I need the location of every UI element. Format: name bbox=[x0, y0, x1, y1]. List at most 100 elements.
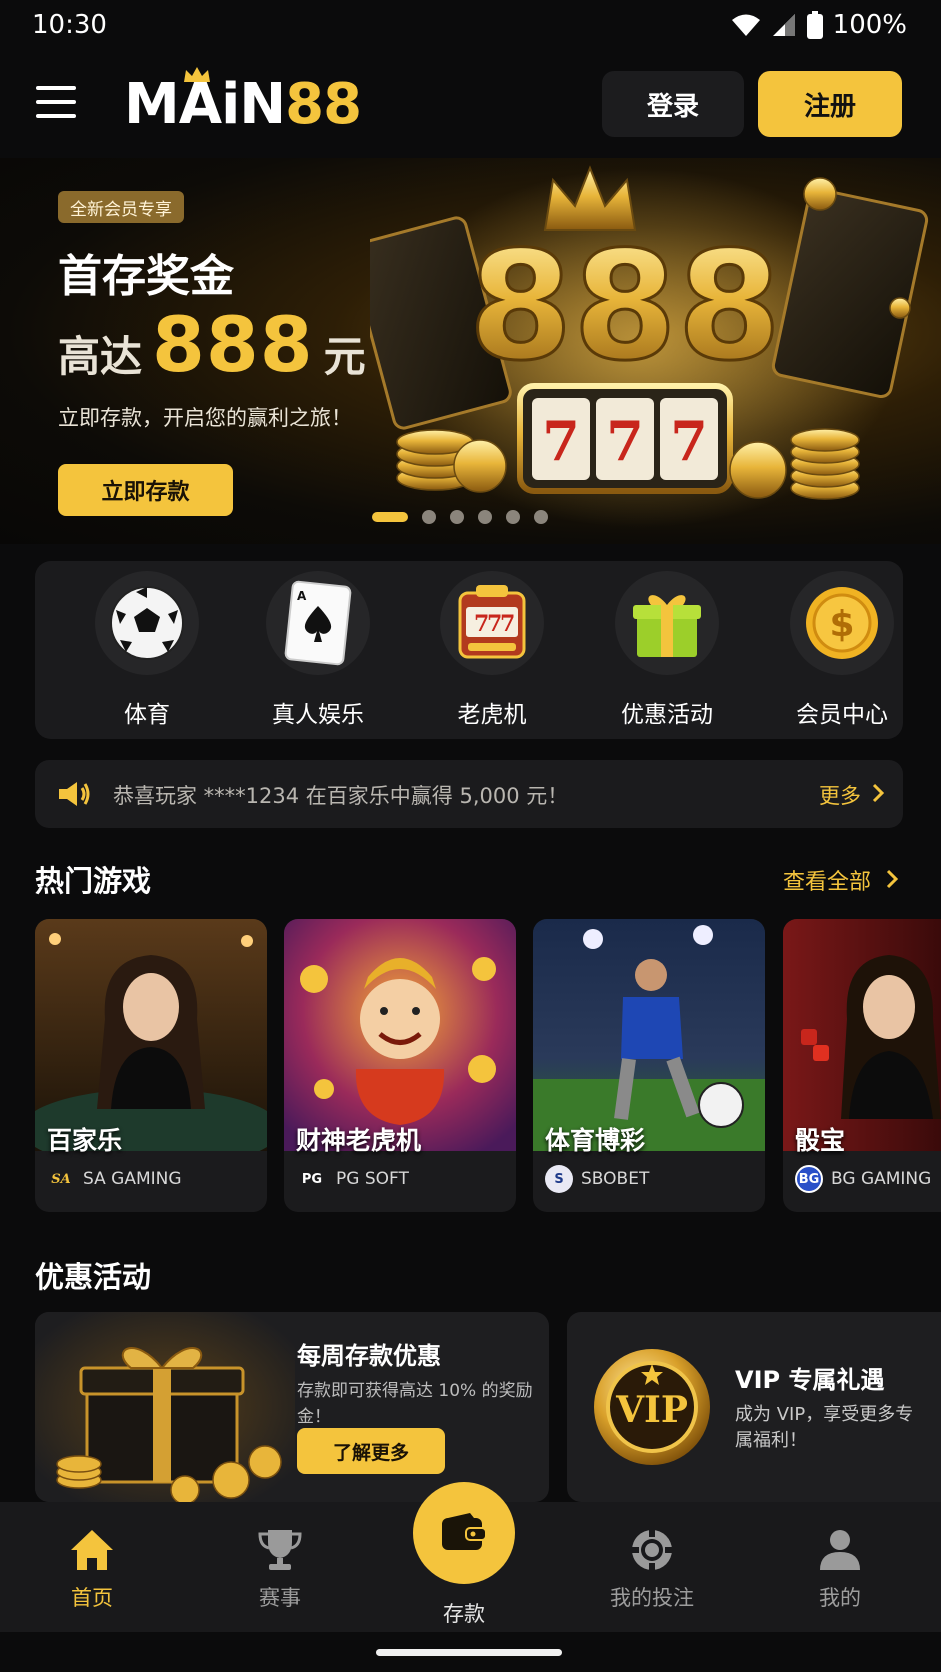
bottom-navigation: 首页 赛事 存款 我的投注 我的 bbox=[0, 1482, 941, 1632]
battery-icon bbox=[806, 11, 823, 39]
hamburger-menu-icon[interactable] bbox=[36, 86, 76, 118]
svg-text:7: 7 bbox=[606, 409, 644, 473]
home-indicator[interactable] bbox=[376, 1649, 562, 1656]
register-button[interactable]: 注册 bbox=[758, 71, 902, 137]
category-live-casino[interactable]: A 真人娱乐 bbox=[248, 571, 388, 731]
wifi-icon bbox=[731, 14, 760, 36]
logo-number: 88 bbox=[285, 72, 362, 137]
nav-label: 赛事 bbox=[259, 1586, 301, 1610]
game-name: 骰宝 bbox=[795, 1126, 846, 1155]
banner-amount-prefix: 高达 bbox=[58, 332, 143, 381]
chevron-right-icon bbox=[886, 869, 899, 889]
nav-profile[interactable]: 我的 bbox=[780, 1528, 900, 1612]
game-provider: S SBOBET bbox=[545, 1165, 649, 1193]
view-all-link[interactable]: 查看全部 bbox=[783, 864, 871, 896]
carousel-dots bbox=[372, 510, 548, 524]
svg-text:7: 7 bbox=[542, 409, 580, 473]
game-card-sic-bo[interactable]: 骰宝 BG BG GAMING bbox=[783, 919, 941, 1212]
learn-more-button[interactable]: 了解更多 bbox=[297, 1428, 445, 1474]
gift-box-coins-image bbox=[35, 1312, 295, 1502]
poker-chip-icon bbox=[632, 1530, 672, 1570]
bg-gaming-logo-icon: BG bbox=[795, 1165, 823, 1193]
nav-label: 存款 bbox=[443, 1602, 485, 1626]
carousel-dot[interactable] bbox=[422, 510, 436, 524]
category-vip-center[interactable]: $ 会员中心 bbox=[772, 571, 912, 731]
nav-home[interactable]: 首页 bbox=[32, 1528, 152, 1612]
carousel-dot[interactable] bbox=[534, 510, 548, 524]
status-time: 10:30 bbox=[32, 10, 107, 40]
system-nav-bar bbox=[0, 1632, 941, 1672]
soccer-ball-icon bbox=[110, 586, 184, 660]
winner-ticker[interactable]: 恭喜玩家 ****1234 在百家乐中赢得 5,000 元！ 更多 bbox=[35, 760, 903, 828]
sa-gaming-logo-icon: SA bbox=[51, 1171, 71, 1187]
carousel-dot[interactable] bbox=[372, 512, 408, 522]
svg-text:$: $ bbox=[829, 604, 854, 645]
nav-label: 首页 bbox=[71, 1586, 113, 1610]
game-card-fortune-slot[interactable]: 财神老虎机 PG PG SOFT bbox=[284, 919, 516, 1212]
category-promotions[interactable]: 优惠活动 bbox=[597, 571, 737, 731]
promo-card-vip[interactable]: VIP VIP 专属礼遇 成为 VIP，享受更多专属福利！ bbox=[567, 1312, 941, 1502]
battery-percent: 100% bbox=[832, 10, 907, 40]
game-card-sports-betting[interactable]: 体育博彩 S SBOBET bbox=[533, 919, 765, 1212]
carousel-dot[interactable] bbox=[478, 510, 492, 524]
banner-subtitle: 立即存款，开启您的赢利之旅！ bbox=[58, 406, 352, 430]
game-name: 体育博彩 bbox=[545, 1126, 646, 1155]
sic-bo-dealer-image bbox=[783, 919, 941, 1151]
game-name: 财神老虎机 bbox=[296, 1126, 422, 1155]
svg-text:A: A bbox=[297, 589, 307, 603]
crown-icon bbox=[184, 67, 210, 82]
provider-name: SBOBET bbox=[581, 1169, 650, 1189]
trophy-icon bbox=[258, 1530, 302, 1570]
playing-card-icon: A bbox=[284, 580, 352, 666]
banner-title: 首存奖金 bbox=[58, 251, 234, 302]
game-name: 百家乐 bbox=[47, 1126, 123, 1155]
svg-text:7: 7 bbox=[670, 409, 708, 473]
banner-tag: 全新会员专享 bbox=[58, 191, 184, 223]
game-provider: SA SA GAMING bbox=[47, 1165, 182, 1193]
ticker-more-link[interactable]: 更多 bbox=[819, 780, 861, 810]
banner-888-text: 888 bbox=[468, 220, 781, 394]
category-label: 会员中心 bbox=[796, 702, 888, 728]
provider-name: BG GAMING bbox=[831, 1169, 932, 1189]
status-icons: 100% bbox=[731, 10, 907, 40]
wallet-icon bbox=[442, 1513, 487, 1550]
baccarat-dealer-image bbox=[35, 919, 267, 1151]
category-label: 优惠活动 bbox=[621, 702, 713, 728]
nav-events[interactable]: 赛事 bbox=[220, 1528, 340, 1612]
home-icon bbox=[71, 1530, 113, 1570]
ticker-message: 恭喜玩家 ****1234 在百家乐中赢得 5,000 元！ bbox=[113, 784, 569, 808]
deposit-fab-button[interactable] bbox=[413, 1482, 515, 1584]
banner-888-slot-artwork: 888 7 7 7 bbox=[370, 165, 929, 528]
brand-logo[interactable]: MAiN88 bbox=[124, 67, 362, 137]
promo-description: 成为 VIP，享受更多专属福利！ bbox=[735, 1404, 914, 1451]
deposit-now-button[interactable]: 立即存款 bbox=[58, 464, 233, 516]
fortune-god-slot-image bbox=[284, 919, 516, 1151]
top-header: MAiN88 登录 注册 bbox=[0, 52, 941, 158]
svg-text:7: 7 bbox=[500, 611, 515, 637]
vip-badge-text: VIP bbox=[615, 1389, 688, 1431]
game-provider: BG BG GAMING bbox=[795, 1165, 931, 1193]
soccer-player-image bbox=[533, 919, 765, 1151]
banner-amount-value: 888 bbox=[152, 300, 314, 389]
provider-name: PG SOFT bbox=[336, 1169, 409, 1189]
promo-card-weekly-deposit[interactable]: 每周存款优惠 存款即可获得高达 10% 的奖励金！ 了解更多 bbox=[35, 1312, 549, 1502]
category-slots[interactable]: 7 7 7 老虎机 bbox=[422, 571, 562, 731]
promo-title: 每周存款优惠 bbox=[297, 1342, 441, 1370]
provider-name: SA GAMING bbox=[83, 1169, 182, 1189]
category-sports[interactable]: 体育 bbox=[77, 571, 217, 731]
category-panel: 体育 A 真人娱乐 7 7 7 老虎机 优惠活动 $ 会员中心 bbox=[35, 561, 903, 739]
promotions-title: 优惠活动 bbox=[35, 1260, 152, 1294]
promo-banner[interactable]: 888 7 7 7 全新会员专享 首存奖金 高达 888 元 立即存款，开启您的… bbox=[0, 158, 941, 544]
sbobet-logo-icon: S bbox=[545, 1165, 573, 1193]
login-button[interactable]: 登录 bbox=[602, 71, 744, 137]
carousel-dot[interactable] bbox=[506, 510, 520, 524]
nav-label: 我的 bbox=[819, 1586, 861, 1610]
carousel-dot[interactable] bbox=[450, 510, 464, 524]
promo-description: 存款即可获得高达 10% 的奖励金！ bbox=[297, 1381, 533, 1426]
promo-title: VIP 专属礼遇 bbox=[735, 1366, 885, 1394]
category-label: 老虎机 bbox=[457, 702, 527, 728]
nav-my-bets[interactable]: 我的投注 bbox=[592, 1528, 712, 1612]
category-label: 体育 bbox=[124, 702, 170, 728]
game-card-baccarat[interactable]: 百家乐 SA SA GAMING bbox=[35, 919, 267, 1212]
user-icon bbox=[820, 1530, 860, 1570]
